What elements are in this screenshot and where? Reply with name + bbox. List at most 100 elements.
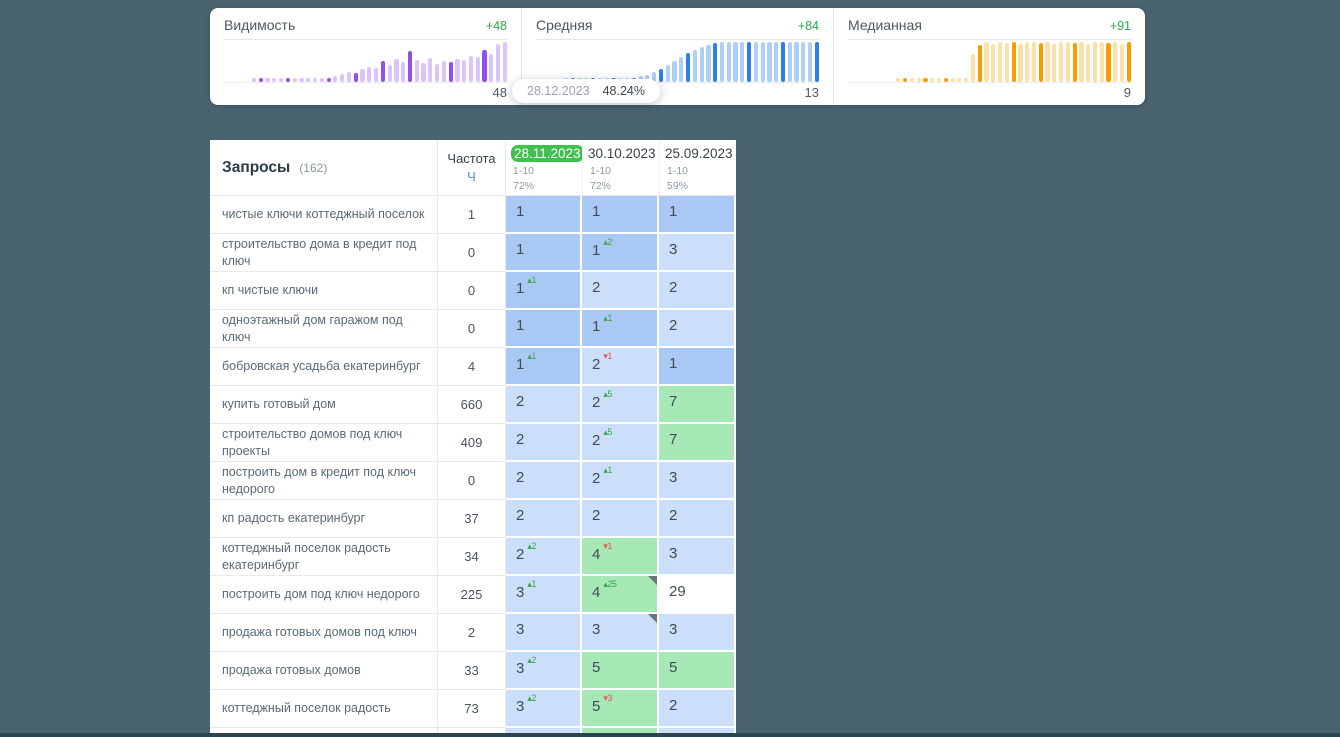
keyword-cell[interactable]: коттеджный поселок радость: [210, 690, 438, 728]
position-cell[interactable]: 2: [582, 272, 659, 310]
spark-bar: [1086, 44, 1091, 82]
spark-bar: [462, 60, 467, 82]
keyword-cell[interactable]: кп радость екатеринбург: [210, 500, 438, 538]
position-cell[interactable]: 3: [659, 538, 736, 576]
position-value: 2: [516, 431, 525, 448]
position-cell[interactable]: 1 ▴1: [506, 348, 582, 386]
average-sparkline-chart[interactable]: [536, 40, 819, 83]
spark-bar: [292, 78, 297, 82]
position-cell[interactable]: 2: [659, 310, 736, 348]
frequency-cell: 2: [438, 614, 506, 652]
frequency-label: Частота: [447, 151, 496, 166]
position-cell[interactable]: 2: [506, 500, 582, 538]
position-cell[interactable]: 1: [506, 234, 582, 272]
table-row: кп чистые ключи 0 1 ▴1 2 2: [210, 272, 736, 310]
position-value: 4: [592, 546, 601, 563]
position-cell[interactable]: 7: [659, 386, 736, 424]
median-sparkline-chart[interactable]: [848, 40, 1131, 83]
position-cell[interactable]: 2 ▴2: [506, 538, 582, 576]
keyword-cell[interactable]: построить дом в кредит под ключ недорого: [210, 462, 438, 500]
position-cell[interactable]: 2 ▴5: [582, 424, 659, 462]
frequency-sort-link[interactable]: Ч: [467, 169, 476, 184]
position-cell[interactable]: 3 ▴2: [506, 690, 582, 728]
position-cell[interactable]: 2: [582, 500, 659, 538]
keyword-cell[interactable]: строительство дома в кредит под ключ: [210, 234, 438, 272]
position-cell[interactable]: 2: [506, 462, 582, 500]
position-cell[interactable]: 1 ▴2: [582, 234, 659, 272]
position-cell[interactable]: 1: [506, 310, 582, 348]
position-change-up: ▴1: [603, 465, 612, 475]
position-cell[interactable]: 2: [506, 424, 582, 462]
keyword-cell[interactable]: коттеджный поселок радость екатеринбург: [210, 538, 438, 576]
date-label[interactable]: 28.11.2023: [511, 145, 582, 162]
spark-bar: [658, 69, 664, 82]
spark-bar: [672, 61, 677, 82]
spark-bar: [407, 51, 413, 82]
date-label[interactable]: 25.09.2023: [665, 146, 733, 161]
position-cell[interactable]: 3: [506, 614, 582, 652]
position-cell[interactable]: 5: [582, 652, 659, 690]
spark-bar: [251, 78, 257, 82]
date-label[interactable]: 30.10.2023: [588, 146, 656, 161]
date-column-header[interactable]: 28.11.2023 1-10 72%: [506, 140, 582, 195]
spark-bar: [326, 78, 331, 82]
spark-bar: [1018, 44, 1023, 82]
position-cell[interactable]: 4 ▾1: [582, 538, 659, 576]
frequency-cell: 1: [438, 196, 506, 234]
keyword-cell[interactable]: бобровская усадьба екатеринбург: [210, 348, 438, 386]
position-cell[interactable]: 1: [582, 196, 659, 234]
position-cell[interactable]: 2: [659, 500, 736, 538]
keyword-cell[interactable]: строительство домов под ключ проекты: [210, 424, 438, 462]
spark-bar: [930, 78, 935, 82]
position-cell[interactable]: 29: [659, 576, 736, 614]
spark-bar: [373, 68, 379, 82]
keyword-cell[interactable]: построить дом под ключ недорого: [210, 576, 438, 614]
position-cell[interactable]: 5: [659, 652, 736, 690]
metric-card-visibility[interactable]: Видимость +48 48: [210, 8, 521, 105]
position-cell[interactable]: 2 ▾1: [582, 348, 659, 386]
position-cell[interactable]: 1: [659, 196, 736, 234]
keyword-cell[interactable]: продажа готовых домов: [210, 652, 438, 690]
position-cell[interactable]: 1: [659, 348, 736, 386]
position-cell[interactable]: 2: [659, 690, 736, 728]
position-cell[interactable]: 3: [659, 234, 736, 272]
position-cell[interactable]: 2: [506, 386, 582, 424]
spark-bar: [991, 44, 996, 82]
position-cell[interactable]: 3 ▴2: [506, 652, 582, 690]
keyword-cell[interactable]: купить готовый дом: [210, 386, 438, 424]
keyword-cell[interactable]: одноэтажный дом гаражом под ключ: [210, 310, 438, 348]
position-cell[interactable]: 3 ▴1: [506, 576, 582, 614]
position-cell[interactable]: 2: [659, 272, 736, 310]
position-cell[interactable]: 7: [659, 424, 736, 462]
position-cell[interactable]: 3: [582, 614, 659, 652]
position-cell[interactable]: 3: [659, 462, 736, 500]
position-cell[interactable]: 3: [659, 614, 736, 652]
spark-bar: [760, 42, 765, 82]
metric-card-median[interactable]: Медианная +91 9: [833, 8, 1145, 105]
position-change-up: ▴1: [527, 351, 536, 361]
date-column-header[interactable]: 30.10.2023 1-10 72%: [582, 140, 659, 195]
position-cell[interactable]: 1 ▴1: [582, 310, 659, 348]
spark-bar: [1025, 42, 1030, 82]
position-cell[interactable]: 5 ▾3: [582, 690, 659, 728]
position-cell[interactable]: 2 ▴5: [582, 386, 659, 424]
position-change-up: ▴5: [603, 427, 612, 437]
position-cell[interactable]: 1: [506, 196, 582, 234]
table-row: продажа готовых домов 33 3 ▴2 5 5: [210, 652, 736, 690]
position-cell[interactable]: 2 ▴1: [582, 462, 659, 500]
position-cell[interactable]: 1 ▴1: [506, 272, 582, 310]
date-top-percent: 72%: [513, 179, 535, 192]
keyword-cell[interactable]: продажа готовых домов под ключ: [210, 614, 438, 652]
position-value: 3: [592, 621, 601, 638]
position-cell[interactable]: 4 ▴25: [582, 576, 659, 614]
frequency-cell: 34: [438, 538, 506, 576]
visibility-sparkline-chart[interactable]: [224, 40, 507, 83]
position-value: 5: [592, 698, 601, 715]
frequency-header-cell: Частота Ч: [438, 140, 506, 195]
spark-bar: [1045, 42, 1050, 82]
spark-bar: [733, 42, 738, 82]
date-column-header[interactable]: 25.09.2023 1-10 59%: [659, 140, 736, 195]
position-value: 3: [669, 545, 678, 562]
keyword-cell[interactable]: кп чистые ключи: [210, 272, 438, 310]
keyword-cell[interactable]: чистые ключи коттеджный поселок: [210, 196, 438, 234]
